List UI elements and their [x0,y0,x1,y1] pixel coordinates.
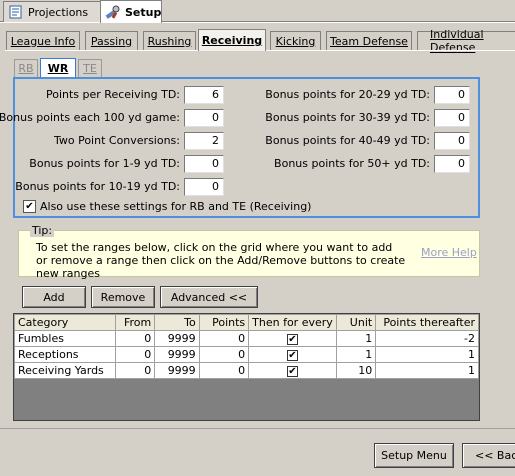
column-header-points-thereafter[interactable]: Points thereafter [375,314,479,331]
cell-then-for-every[interactable]: ✔ [248,330,337,347]
cell-points-thereafter[interactable]: -2 [375,330,479,347]
tab-label: Rushing [147,34,192,48]
cell-unit[interactable]: 1 [335,330,377,347]
cell-category[interactable]: Receiving Yards [14,362,116,379]
tab-setup[interactable]: Setup [100,0,162,23]
tab-league-info[interactable]: League Info [6,31,80,50]
bonus-100yd-input[interactable]: 0 [184,109,224,127]
column-header-points[interactable]: Points [198,314,250,331]
column-header-then-for-every[interactable]: Then for every [248,314,337,331]
cell-to[interactable]: 9999 [154,330,200,347]
bonus-1-9-label: Bonus points for 1-9 yd TD: [29,157,180,170]
ranges-grid[interactable]: Category From To Points Then for every U… [13,313,480,421]
then-for-every-checkbox[interactable]: ✔ [286,334,298,345]
bonus-30-39-input[interactable]: 0 [434,109,470,127]
points-per-td-input[interactable]: 6 [184,86,224,104]
bonus-10-19-label: Bonus points for 10-19 yd TD: [15,180,180,193]
cell-from[interactable]: 0 [114,346,156,363]
column-header-to[interactable]: To [154,314,200,331]
cell-unit[interactable]: 1 [335,346,377,363]
cell-then-for-every[interactable]: ✔ [248,346,337,363]
tab-label: Team Defense [330,34,408,48]
cell-from[interactable]: 0 [114,362,156,379]
tip-title: Tip: [30,224,55,237]
bonus-50plus-input[interactable]: 0 [434,155,470,173]
bonus-40-49-input[interactable]: 0 [434,132,470,150]
cell-points-thereafter[interactable]: 1 [375,346,479,363]
tab-receiving[interactable]: Receiving [198,29,266,51]
tab-label: Passing [90,34,133,48]
bonus-100yd-label: Bonus points each 100 yd game: [0,111,180,124]
table-row[interactable]: Receptions 0 9999 0 ✔ 1 1 [14,346,479,363]
remove-button[interactable]: Remove [91,286,155,308]
then-for-every-checkbox[interactable]: ✔ [286,366,298,377]
cell-from[interactable]: 0 [114,330,156,347]
footer-divider [0,428,515,429]
also-use-checkbox[interactable]: ✔ [23,200,36,213]
tab-label: TE [83,62,97,75]
bonus-30-39-label: Bonus points for 30-39 yd TD: [265,111,430,124]
tab-label: League Info [10,34,76,48]
bonus-20-29-input[interactable]: 0 [434,86,470,104]
tab-passing[interactable]: Passing [85,31,138,50]
document-icon [8,5,24,19]
cell-points[interactable]: 0 [198,330,250,347]
tab-label: Kicking [275,34,316,48]
cell-points-thereafter[interactable]: 1 [375,362,479,379]
tab-te[interactable]: TE [78,59,102,77]
tab-projections[interactable]: Projections [3,1,101,22]
cell-to[interactable]: 9999 [154,346,200,363]
two-point-label: Two Point Conversions: [53,134,180,147]
tab-wr[interactable]: WR [40,58,76,77]
tab-team-defense[interactable]: Team Defense [326,31,412,50]
tab-label: Setup [125,5,162,19]
tab-label: RB [18,62,34,75]
column-header-unit[interactable]: Unit [335,314,377,331]
cell-points[interactable]: 0 [198,362,250,379]
table-row[interactable]: Fumbles 0 9999 0 ✔ 1 -2 [14,330,479,347]
tab-label: Projections [28,5,89,19]
add-button[interactable]: Add [22,286,86,308]
more-help-link[interactable]: More Help [421,246,477,259]
column-header-from[interactable]: From [114,314,156,331]
cell-category[interactable]: Fumbles [14,330,116,347]
tip-text: To set the ranges below, click on the gr… [36,241,406,280]
table-row[interactable]: Receiving Yards 0 9999 0 ✔ 10 1 [14,362,479,379]
cell-to[interactable]: 9999 [154,362,200,379]
cell-unit[interactable]: 10 [335,362,377,379]
tab-rb[interactable]: RB [14,59,38,77]
tab-kicking[interactable]: Kicking [270,31,321,50]
advanced-button[interactable]: Advanced << [160,286,258,308]
two-point-input[interactable]: 2 [184,132,224,150]
bonus-40-49-label: Bonus points for 40-49 yd TD: [265,134,430,147]
setup-menu-button[interactable]: Setup Menu [374,443,454,468]
column-header-category[interactable]: Category [14,314,116,331]
cell-then-for-every[interactable]: ✔ [248,362,337,379]
bonus-10-19-input[interactable]: 0 [184,178,224,196]
tab-label: WR [47,61,69,75]
bonus-50plus-label: Bonus points for 50+ yd TD: [274,157,430,170]
tab-individual-defense[interactable]: Individual Defense [417,28,515,54]
ranges-table: Category From To Points Then for every U… [14,314,479,379]
points-per-td-label: Points per Receiving TD: [45,88,180,101]
back-button[interactable]: << Bac [462,443,515,468]
tools-icon [105,5,121,19]
cell-points[interactable]: 0 [198,346,250,363]
grid-header-row: Category From To Points Then for every U… [14,314,479,331]
then-for-every-checkbox[interactable]: ✔ [286,350,298,361]
bonus-20-29-label: Bonus points for 20-29 yd TD: [265,88,430,101]
tab-rushing[interactable]: Rushing [143,31,196,50]
bonus-1-9-input[interactable]: 0 [184,155,224,173]
tab-label: Receiving [201,34,263,47]
also-use-label: Also use these settings for RB and TE (R… [40,200,312,213]
cell-category[interactable]: Receptions [14,346,116,363]
